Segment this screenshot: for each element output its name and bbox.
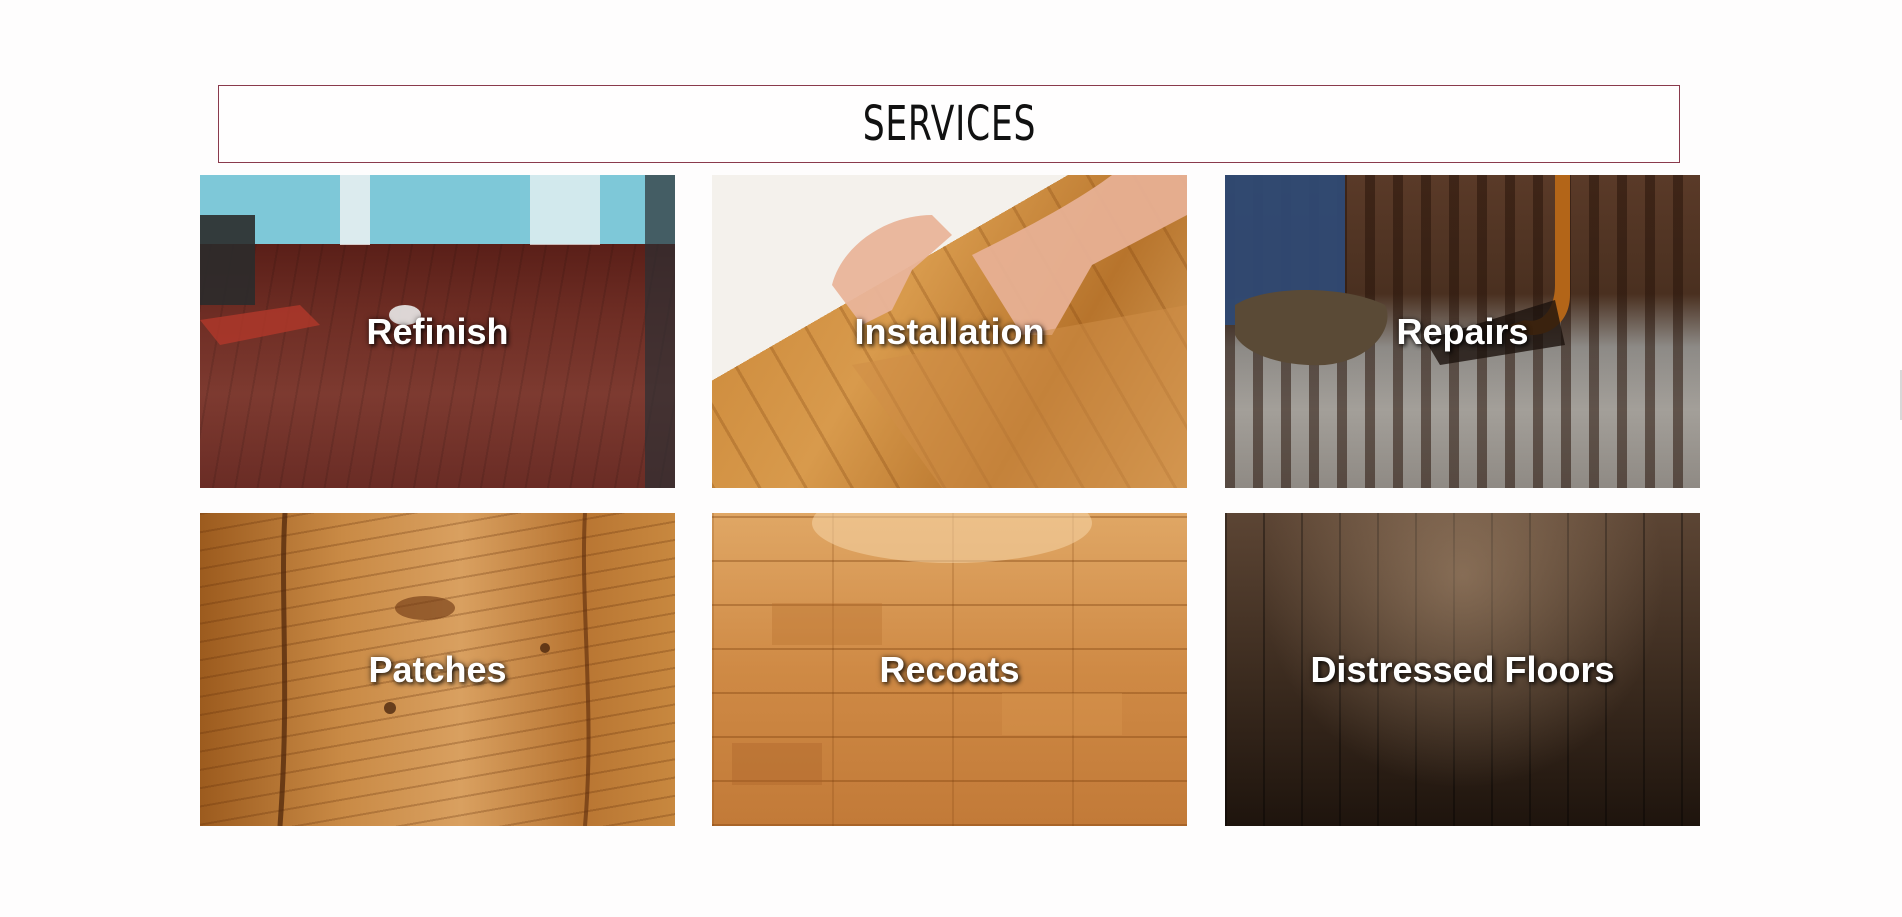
recoats-floor-photo	[732, 513, 1122, 785]
installation-floor-photo	[832, 175, 1187, 488]
repairs-floor-photo	[1225, 175, 1570, 366]
service-tile-installation[interactable]: Installation	[712, 175, 1187, 488]
services-grid: Refinish Installation Repairs Patches Re…	[200, 175, 1700, 826]
distressed-floor-photo	[1225, 513, 1700, 826]
page-title: SERVICES	[862, 96, 1036, 152]
service-tile-patches[interactable]: Patches	[200, 513, 675, 826]
refinish-floor-photo	[200, 175, 675, 488]
service-tile-distressed-floors[interactable]: Distressed Floors	[1225, 513, 1700, 826]
service-tile-repairs[interactable]: Repairs	[1225, 175, 1700, 488]
patches-wood-photo	[277, 513, 591, 826]
page: SERVICES Refinish Installation Repairs P…	[0, 0, 1902, 917]
service-tile-recoats[interactable]: Recoats	[712, 513, 1187, 826]
services-title-box: SERVICES	[218, 85, 1680, 163]
service-tile-refinish[interactable]: Refinish	[200, 175, 675, 488]
